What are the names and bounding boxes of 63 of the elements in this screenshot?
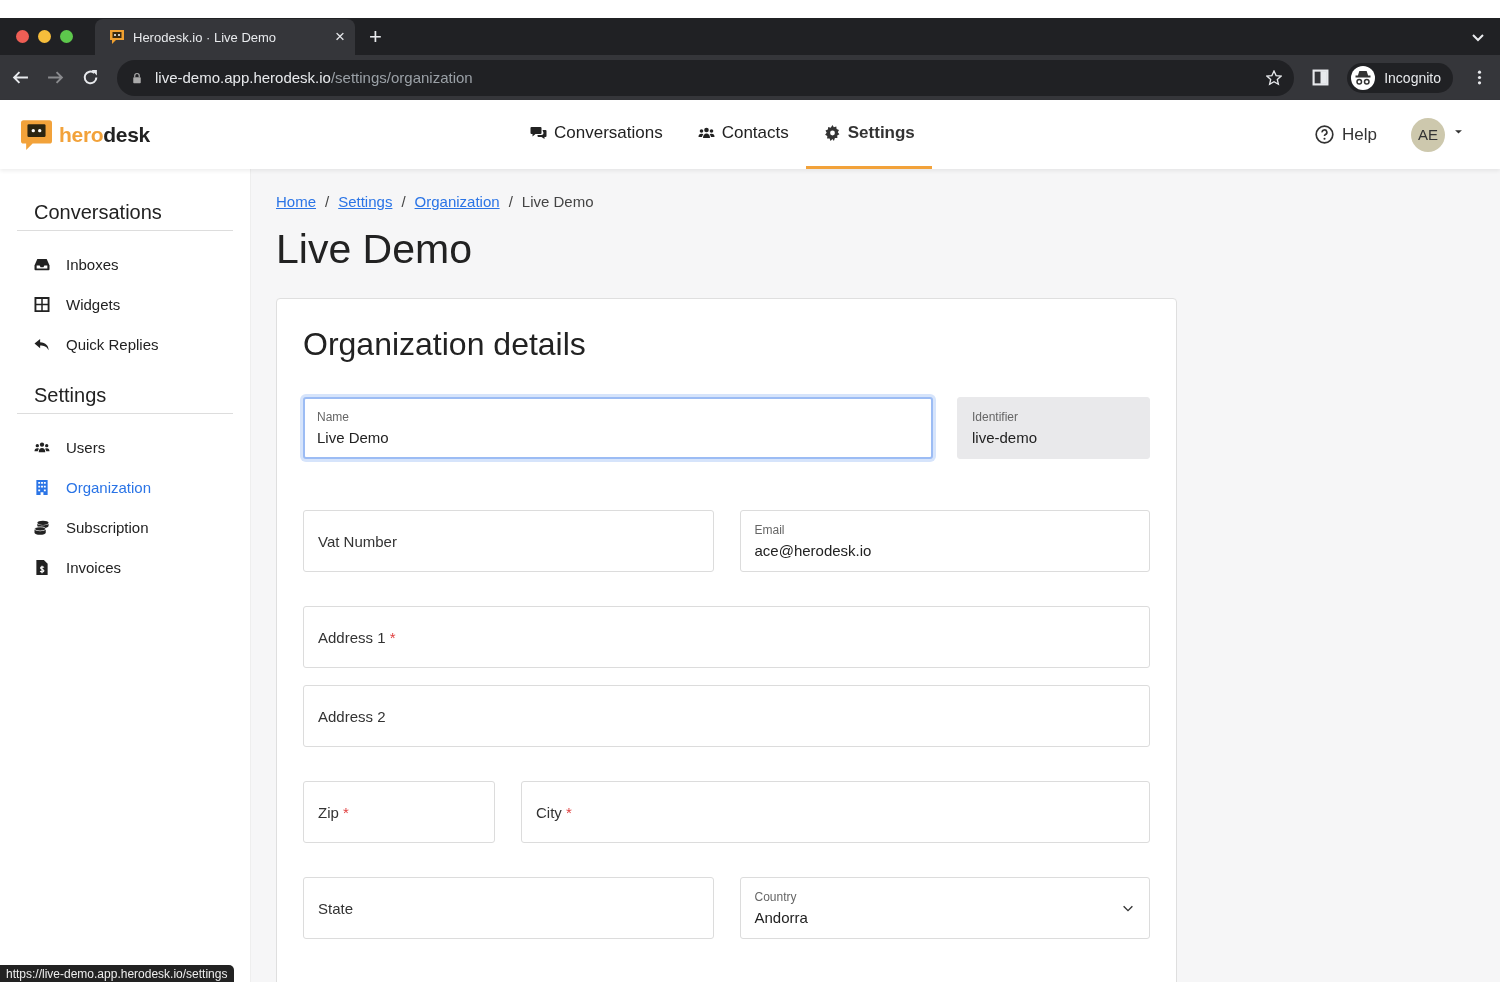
input-field[interactable]: Zip * bbox=[303, 781, 495, 843]
breadcrumb-link[interactable]: Settings bbox=[338, 193, 393, 210]
chat-bubbles-icon bbox=[529, 125, 548, 141]
breadcrumb-separator: / bbox=[508, 193, 513, 210]
sidebar-item[interactable]: Users bbox=[17, 427, 233, 467]
nav-tab[interactable]: Conversations bbox=[512, 100, 680, 169]
user-avatar[interactable]: AE bbox=[1411, 117, 1445, 152]
coins-icon bbox=[34, 519, 50, 535]
side-panel-icon[interactable] bbox=[1312, 69, 1330, 86]
input-field[interactable]: Name Live Demo bbox=[303, 397, 933, 459]
building-icon bbox=[34, 479, 50, 495]
incognito-icon bbox=[1351, 65, 1376, 90]
sidebar-item[interactable]: Subscription bbox=[17, 507, 233, 547]
star-icon[interactable] bbox=[1266, 69, 1283, 86]
forward-arrow-icon[interactable] bbox=[47, 69, 64, 86]
section-heading: Settings bbox=[17, 384, 233, 414]
gear-icon bbox=[822, 125, 842, 141]
breadcrumb-separator: / bbox=[401, 193, 406, 210]
input-field[interactable]: City * bbox=[521, 781, 1150, 843]
document-dollar-icon bbox=[34, 559, 50, 575]
window-control-icon[interactable] bbox=[60, 30, 73, 43]
lock-icon bbox=[131, 71, 143, 84]
section-heading: Conversations bbox=[17, 201, 233, 231]
users-icon bbox=[696, 125, 716, 141]
sidebar-item[interactable]: Invoices bbox=[17, 547, 233, 587]
sidebar-item[interactable]: Organization bbox=[17, 467, 233, 507]
tray-icon bbox=[34, 256, 50, 272]
logo-text[interactable]: herodesk bbox=[59, 122, 150, 147]
input-field[interactable]: Vat Number bbox=[303, 510, 714, 572]
input-field[interactable]: Email ace@herodesk.io bbox=[739, 510, 1150, 572]
status-url-tooltip: https://live-demo.app.herodesk.io/settings bbox=[0, 965, 235, 982]
sidebar-item[interactable]: Inboxes bbox=[17, 244, 233, 284]
card-title: Organization details bbox=[303, 326, 587, 363]
help-link[interactable]: Help bbox=[1315, 124, 1377, 145]
url-text: live-demo.app.herodesk.io/settings/organization bbox=[155, 69, 473, 86]
nav-tab[interactable]: Contacts bbox=[679, 100, 806, 169]
page-title: Live Demo bbox=[276, 226, 473, 273]
breadcrumb-link[interactable]: Home bbox=[276, 193, 316, 210]
window-control-icon[interactable] bbox=[38, 30, 51, 43]
tab-title: Herodesk.io · Live Demo bbox=[133, 29, 278, 45]
breadcrumb-current: Live Demo bbox=[521, 193, 594, 210]
back-arrow-icon[interactable] bbox=[12, 69, 29, 86]
help-icon bbox=[1315, 125, 1335, 144]
reload-icon[interactable] bbox=[82, 69, 99, 86]
sidebar-item[interactable]: Widgets bbox=[17, 284, 233, 324]
input-field: Identifier live-demo bbox=[957, 397, 1150, 459]
close-tab-button[interactable]: × bbox=[335, 27, 345, 47]
breadcrumb-separator: / bbox=[325, 193, 330, 210]
new-tab-button[interactable]: + bbox=[369, 23, 382, 50]
reply-arrow-icon bbox=[34, 336, 50, 352]
input-field[interactable]: State bbox=[303, 877, 714, 939]
sidebar-item[interactable]: Quick Replies bbox=[17, 324, 233, 364]
browser-tab[interactable]: Herodesk.io · Live Demo × bbox=[95, 19, 355, 55]
address-bar[interactable]: live-demo.app.herodesk.io/settings/organization bbox=[117, 59, 1295, 96]
input-field[interactable]: Address 1 * bbox=[303, 606, 1150, 668]
profile-button[interactable]: Incognito bbox=[1347, 62, 1453, 93]
chat-logo-icon bbox=[109, 29, 125, 45]
window-control-icon[interactable] bbox=[16, 30, 29, 43]
select-field[interactable]: Country Andorra bbox=[739, 877, 1150, 939]
chat-logo-icon[interactable] bbox=[21, 119, 52, 150]
breadcrumb-link[interactable]: Organization bbox=[414, 193, 500, 210]
grid-icon bbox=[34, 296, 50, 312]
input-field[interactable]: Address 2 bbox=[303, 685, 1150, 747]
